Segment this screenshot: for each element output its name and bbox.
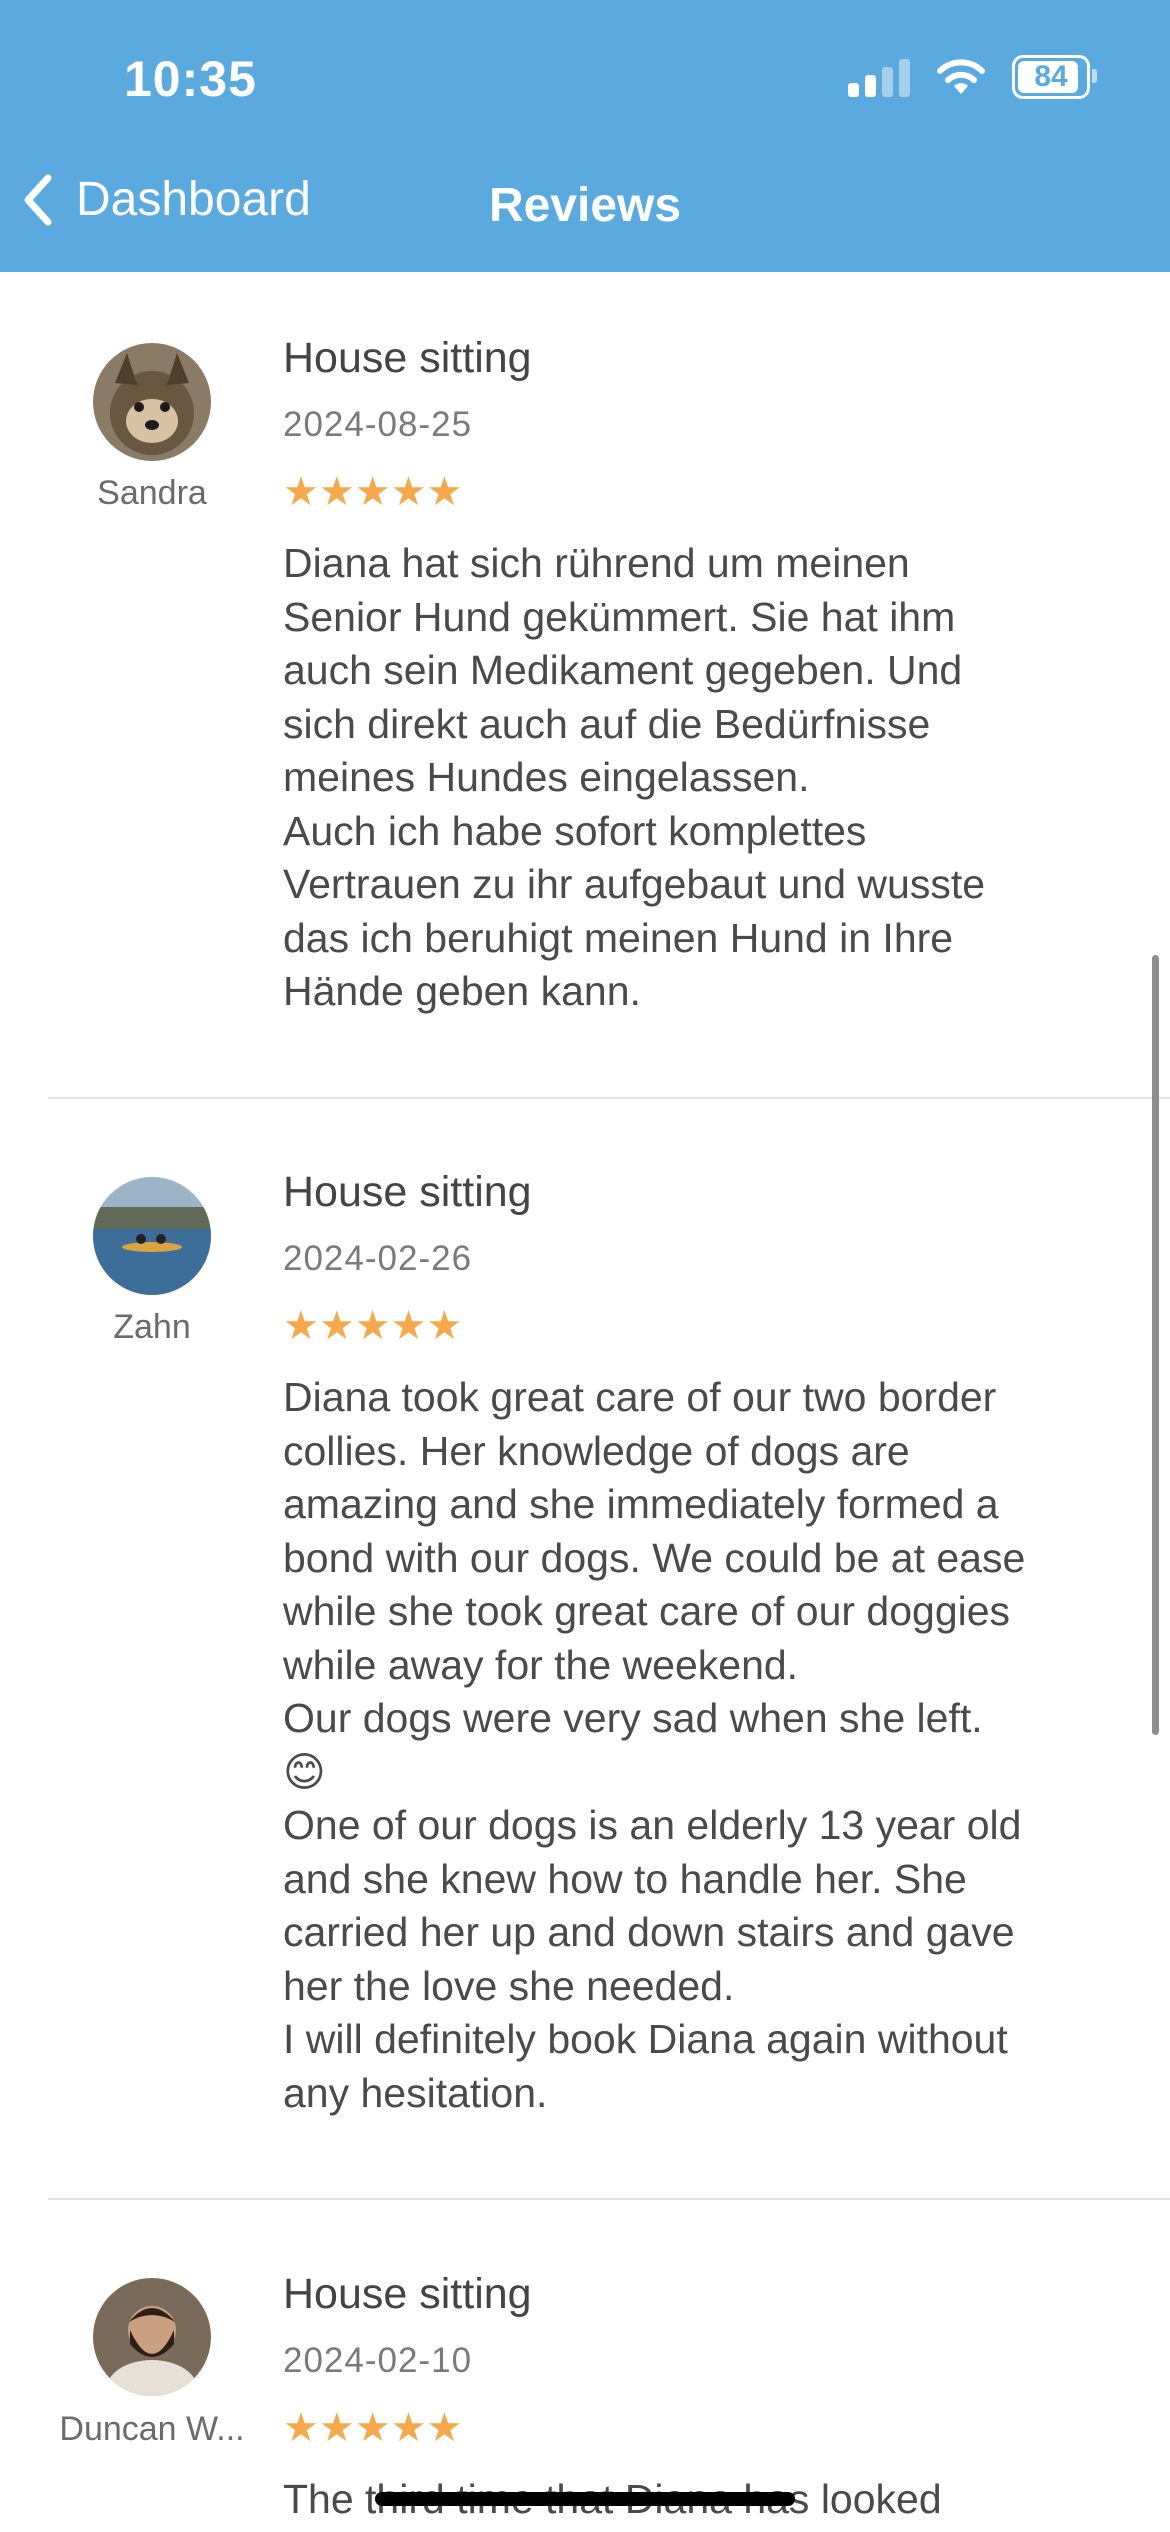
review-text: Diana took great care of our two border … <box>283 1374 1026 2116</box>
cellular-signal-icon <box>848 57 910 97</box>
rating-stars: ★★★★★ <box>283 1304 463 1348</box>
header: 10:35 84 Dashboard Reviews <box>0 0 1170 272</box>
review-service: House sitting <box>283 334 532 382</box>
battery-icon: 84 <box>1012 55 1097 99</box>
reviewer-name: Zahn <box>113 1308 191 1346</box>
rating-stars: ★★★★★ <box>283 2406 463 2450</box>
battery-percent: 84 <box>1034 60 1068 93</box>
review-date: 2024-02-10 <box>283 2341 473 2380</box>
rating-stars: ★★★★★ <box>283 470 463 514</box>
status-icons: 84 <box>848 55 1097 99</box>
star-rating: ★★★★★ <box>283 472 462 512</box>
reviewer-name: Sandra <box>97 474 207 512</box>
review-service: House sitting <box>283 1168 532 1216</box>
star-rating: ★★★★★ <box>283 2408 462 2448</box>
avatar[interactable] <box>93 343 211 461</box>
wifi-icon <box>937 59 985 94</box>
star-rating: ★★★★★ <box>283 1306 462 1346</box>
avatar[interactable] <box>93 2278 211 2396</box>
status-time: 10:35 <box>124 51 257 107</box>
scrollbar[interactable] <box>1152 955 1159 1735</box>
divider <box>48 1097 1170 1099</box>
review-service: House sitting <box>283 2270 532 2318</box>
home-indicator[interactable] <box>375 2492 795 2506</box>
reviewer-name: Duncan W... <box>59 2410 245 2448</box>
avatar[interactable] <box>93 1177 211 1295</box>
review-text: Diana hat sich rührend um meinen Senior … <box>283 540 986 1014</box>
review-date: 2024-02-26 <box>283 1239 473 1278</box>
divider <box>48 2198 1170 2200</box>
page-title: Reviews <box>488 179 682 232</box>
review-date: 2024-08-25 <box>283 405 473 444</box>
